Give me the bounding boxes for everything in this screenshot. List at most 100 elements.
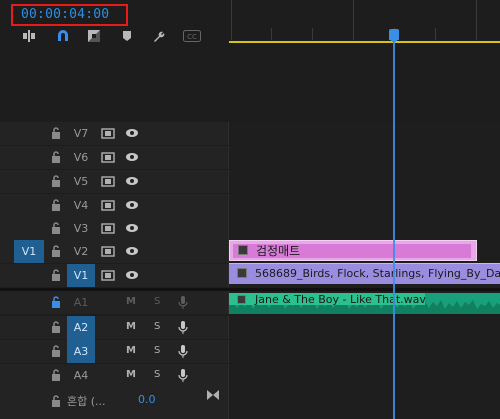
track-lane[interactable] xyxy=(228,364,500,387)
wrench-settings-icon[interactable] xyxy=(150,28,166,44)
microphone-icon[interactable] xyxy=(178,344,188,359)
ruler-tick xyxy=(353,0,354,40)
track-row-a3: A3 M S xyxy=(0,340,500,363)
microphone-icon[interactable] xyxy=(178,368,188,383)
lock-icon[interactable] xyxy=(51,151,61,163)
sync-lock-icon[interactable] xyxy=(101,223,115,234)
lock-icon[interactable] xyxy=(51,269,61,281)
track-lane[interactable] xyxy=(228,340,500,363)
lock-icon[interactable] xyxy=(51,175,61,187)
track-row-v7: V7 xyxy=(0,122,500,145)
track-name[interactable]: A3 xyxy=(67,340,95,363)
track-header: V3 xyxy=(0,217,228,240)
captions-label: CC xyxy=(187,33,197,41)
track-lane[interactable] xyxy=(228,194,500,217)
eye-icon[interactable] xyxy=(125,270,139,280)
lock-icon[interactable] xyxy=(51,199,61,211)
solo-button[interactable]: S xyxy=(154,345,160,356)
track-lane[interactable] xyxy=(228,217,500,240)
clip-name: 검정매트 xyxy=(256,244,301,258)
track-name[interactable]: V3 xyxy=(67,221,95,237)
clip-audio-track[interactable]: Jane & The Boy - Like That.wav xyxy=(229,293,500,314)
track-name[interactable]: V2 xyxy=(67,244,95,260)
track-name[interactable]: V7 xyxy=(67,126,95,142)
track-name[interactable]: V5 xyxy=(67,174,95,190)
track-name[interactable]: V4 xyxy=(67,198,95,214)
lock-icon[interactable] xyxy=(51,222,61,234)
go-to-out-icon[interactable] xyxy=(207,390,219,400)
lock-icon[interactable] xyxy=(51,321,61,333)
time-ruler[interactable] xyxy=(228,0,500,44)
lock-icon[interactable] xyxy=(51,296,61,308)
track-lane[interactable] xyxy=(228,170,500,193)
captions-icon[interactable]: CC xyxy=(182,28,202,44)
eye-icon[interactable] xyxy=(125,128,139,138)
track-name[interactable]: V6 xyxy=(67,150,95,166)
track-header: V6 xyxy=(0,146,228,169)
eye-icon[interactable] xyxy=(125,246,139,256)
track-header: V1 xyxy=(0,264,228,287)
lock-icon[interactable] xyxy=(51,127,61,139)
ruler-tick xyxy=(271,28,272,40)
mute-button[interactable]: M xyxy=(126,345,136,356)
track-header: A3 M S xyxy=(0,340,228,363)
microphone-icon[interactable] xyxy=(178,320,188,335)
mix-track-label: 혼합 (... xyxy=(67,395,106,408)
mute-button[interactable]: M xyxy=(126,296,136,307)
track-row-v4: V4 xyxy=(0,194,500,217)
work-area-bar[interactable] xyxy=(229,41,500,43)
mix-track: 혼합 (... 0.0 xyxy=(0,387,228,419)
track-row-a4: A4 M S xyxy=(0,364,500,387)
lock-icon[interactable] xyxy=(51,369,61,381)
clip-black-matte[interactable]: 검정매트 xyxy=(229,240,477,261)
track-name[interactable]: A1 xyxy=(67,295,95,311)
track-row-v5: V5 xyxy=(0,170,500,193)
sync-lock-icon[interactable] xyxy=(101,246,115,257)
sync-lock-icon[interactable] xyxy=(101,152,115,163)
eye-icon[interactable] xyxy=(125,176,139,186)
track-name[interactable]: A4 xyxy=(67,368,95,384)
lock-icon[interactable] xyxy=(51,345,61,357)
mix-lane[interactable] xyxy=(228,387,500,419)
microphone-icon[interactable] xyxy=(178,295,188,310)
timecode-text[interactable]: 00:00:04:00 xyxy=(21,7,109,22)
eye-icon[interactable] xyxy=(125,223,139,233)
ruler-tick xyxy=(312,28,313,40)
playhead-line[interactable] xyxy=(393,40,395,419)
track-lane[interactable] xyxy=(228,146,500,169)
eye-icon[interactable] xyxy=(125,200,139,210)
track-row-a2: A2 M S xyxy=(0,316,500,340)
eye-icon[interactable] xyxy=(125,152,139,162)
source-patch-v1[interactable]: V1 xyxy=(14,240,44,263)
track-name[interactable]: V1 xyxy=(67,264,95,287)
clip-birds-video[interactable]: 568689_Birds, Flock, Starlings, Flying_B… xyxy=(229,263,500,284)
mute-button[interactable]: M xyxy=(126,321,136,332)
timecode-display[interactable]: 00:00:04:00 xyxy=(11,4,128,26)
lock-icon[interactable] xyxy=(51,395,61,407)
track-name[interactable]: A2 xyxy=(67,316,95,340)
track-lane[interactable] xyxy=(228,316,500,339)
mute-button[interactable]: M xyxy=(126,369,136,380)
timeline-toolbar: CC xyxy=(0,28,228,44)
insert-edit-icon[interactable] xyxy=(21,28,37,44)
solo-button[interactable]: S xyxy=(154,369,160,380)
marker-icon[interactable] xyxy=(119,28,135,44)
sync-lock-icon[interactable] xyxy=(101,176,115,187)
lock-icon[interactable] xyxy=(51,245,61,257)
track-header: V4 xyxy=(0,194,228,217)
ruler-tick xyxy=(476,0,477,40)
sync-lock-icon[interactable] xyxy=(101,200,115,211)
mix-volume-value[interactable]: 0.0 xyxy=(138,393,156,406)
ruler-tick xyxy=(231,0,232,40)
solo-button[interactable]: S xyxy=(154,296,160,307)
solo-button[interactable]: S xyxy=(154,321,160,332)
magnet-snap-icon[interactable] xyxy=(55,28,71,44)
linked-selection-icon[interactable] xyxy=(86,28,102,44)
ruler-tick xyxy=(435,28,436,40)
track-header: V1 V2 xyxy=(0,240,228,263)
sync-lock-icon[interactable] xyxy=(101,128,115,139)
fx-badge-icon xyxy=(237,295,246,304)
track-header: A1 M S xyxy=(0,291,228,314)
sync-lock-icon[interactable] xyxy=(101,270,115,281)
track-lane[interactable] xyxy=(228,122,500,145)
